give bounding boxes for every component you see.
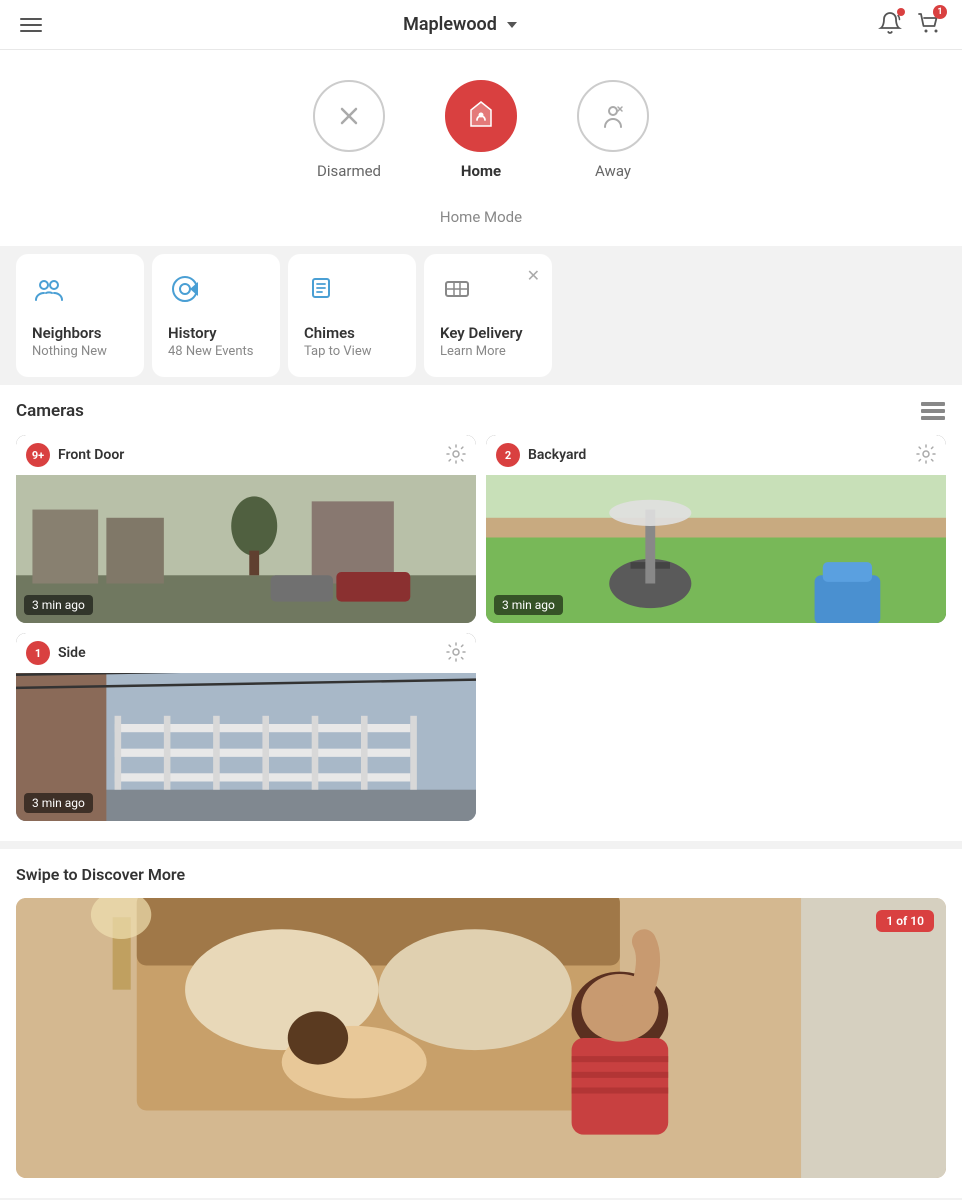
- neighbors-icon: [32, 272, 66, 306]
- neighbors-icon-wrap: [32, 272, 128, 310]
- discover-image-content: [16, 898, 946, 1178]
- history-icon: [168, 272, 202, 306]
- key-delivery-icon: [440, 272, 474, 306]
- side-settings-button[interactable]: [446, 642, 466, 665]
- quick-access-row: Neighbors Nothing New History 48 New Eve…: [0, 254, 962, 377]
- front-door-name-row: 9+ Front Door: [26, 443, 124, 467]
- side-timestamp: 3 min ago: [24, 793, 93, 813]
- away-icon: [596, 99, 630, 133]
- cameras-title: Cameras: [16, 401, 84, 421]
- header-actions: 1: [878, 10, 942, 40]
- cameras-section: Cameras 9+ Front Door: [0, 385, 962, 841]
- backyard-name-row: 2 Backyard: [496, 443, 586, 467]
- mode-disarmed[interactable]: Disarmed: [313, 80, 385, 180]
- away-label: Away: [595, 162, 631, 180]
- camera-grid: 9+ Front Door: [16, 435, 946, 821]
- key-delivery-icon-wrap: [440, 272, 536, 310]
- history-icon-wrap: [168, 272, 264, 310]
- disarmed-icon: [332, 99, 366, 133]
- cameras-header: Cameras: [16, 401, 946, 421]
- backyard-name: Backyard: [528, 447, 586, 463]
- location-title: Maplewood: [403, 14, 497, 35]
- front-door-thumbnail: 3 min ago: [16, 475, 476, 623]
- disarmed-label: Disarmed: [317, 162, 381, 180]
- backyard-settings-button[interactable]: [916, 444, 936, 467]
- gear-icon: [446, 444, 466, 464]
- location-dropdown-arrow: [507, 22, 517, 28]
- front-door-header: 9+ Front Door: [16, 435, 476, 475]
- side-camera-card[interactable]: 1 Side: [16, 633, 476, 821]
- front-door-badge: 9+: [26, 443, 50, 467]
- key-delivery-card[interactable]: ✕ Key Delivery Learn More: [424, 254, 552, 377]
- side-badge: 1: [26, 641, 50, 665]
- discover-title: Swipe to Discover More: [16, 865, 946, 884]
- cart-button[interactable]: 1: [916, 10, 942, 40]
- chimes-subtitle: Tap to View: [304, 344, 400, 359]
- key-delivery-title: Key Delivery: [440, 324, 536, 342]
- key-delivery-subtitle: Learn More: [440, 344, 536, 359]
- grid-view-icon[interactable]: [920, 401, 946, 421]
- notification-dot: [897, 8, 905, 16]
- backyard-timestamp: 3 min ago: [494, 595, 563, 615]
- app-header: Maplewood 1: [0, 0, 962, 50]
- gear-icon: [446, 642, 466, 662]
- history-title: History: [168, 324, 264, 342]
- discover-image-card[interactable]: 1 of 10: [16, 898, 946, 1178]
- mode-away[interactable]: Away: [577, 80, 649, 180]
- neighbors-card[interactable]: Neighbors Nothing New: [16, 254, 144, 377]
- location-selector[interactable]: Maplewood: [403, 14, 517, 35]
- history-subtitle: 48 New Events: [168, 344, 264, 359]
- front-door-camera-card[interactable]: 9+ Front Door: [16, 435, 476, 623]
- chimes-card[interactable]: Chimes Tap to View: [288, 254, 416, 377]
- front-door-timestamp: 3 min ago: [24, 595, 93, 615]
- discover-badge: 1 of 10: [876, 910, 934, 932]
- front-door-name: Front Door: [58, 447, 124, 463]
- mode-home[interactable]: Home: [445, 80, 517, 180]
- disarmed-circle: [313, 80, 385, 152]
- backyard-thumbnail: 3 min ago: [486, 475, 946, 623]
- backyard-header: 2 Backyard: [486, 435, 946, 475]
- chimes-icon-wrap: [304, 272, 400, 310]
- chimes-title: Chimes: [304, 324, 400, 342]
- gear-icon: [916, 444, 936, 464]
- side-header: 1 Side: [16, 633, 476, 673]
- home-circle: [445, 80, 517, 152]
- chimes-icon: [304, 272, 338, 306]
- neighbors-title: Neighbors: [32, 324, 128, 342]
- mode-subtitle: Home Mode: [440, 208, 522, 226]
- side-name-row: 1 Side: [26, 641, 86, 665]
- key-delivery-close-button[interactable]: ✕: [527, 266, 540, 285]
- side-name: Side: [58, 645, 86, 661]
- backyard-camera-card[interactable]: 2 Backyard: [486, 435, 946, 623]
- home-shield-icon: [463, 98, 499, 134]
- mode-panel: Disarmed Home Away: [0, 50, 962, 246]
- backyard-badge: 2: [496, 443, 520, 467]
- hamburger-menu-button[interactable]: [20, 18, 42, 32]
- cart-badge: 1: [933, 5, 947, 19]
- discover-section: Swipe to Discover More: [0, 849, 962, 1198]
- neighbors-subtitle: Nothing New: [32, 344, 128, 359]
- mode-options: Disarmed Home Away: [313, 80, 649, 180]
- side-thumbnail: 3 min ago: [16, 673, 476, 821]
- home-label: Home: [461, 162, 501, 180]
- away-circle: [577, 80, 649, 152]
- history-card[interactable]: History 48 New Events: [152, 254, 280, 377]
- notifications-button[interactable]: [878, 11, 902, 39]
- front-door-settings-button[interactable]: [446, 444, 466, 467]
